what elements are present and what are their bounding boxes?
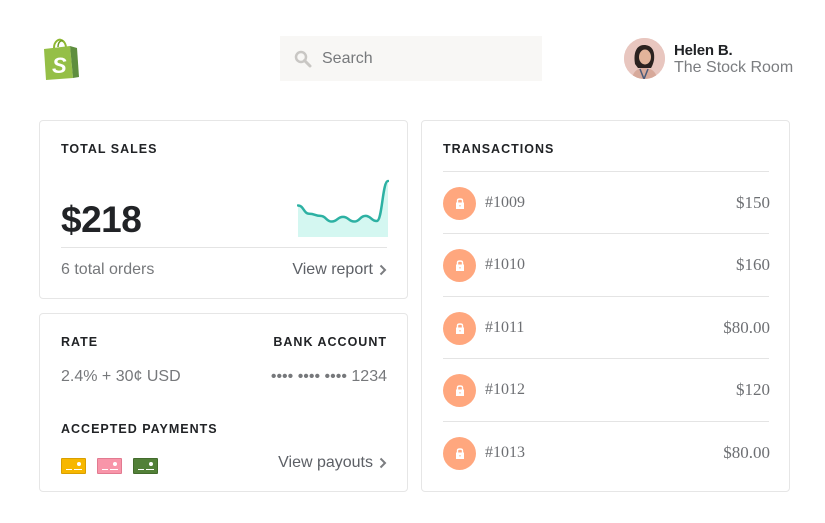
total-sales-card: TOTAL SALES $218 6 total orders View rep…: [39, 120, 408, 299]
sales-sparkline: [297, 179, 389, 237]
payment-methods: [61, 458, 158, 474]
transaction-badge: [443, 248, 476, 282]
transaction-badge: [443, 186, 476, 220]
search-bar[interactable]: [280, 36, 542, 81]
lock-icon: [455, 259, 464, 271]
bank-account-value: •••• •••• •••• 1234: [270, 368, 387, 385]
total-sales-title: TOTAL SALES: [61, 142, 158, 156]
transactions-card: TRANSACTIONS #1009 $150 #1010 $160 #1011…: [421, 120, 790, 492]
total-sales-amount: $218: [61, 199, 142, 240]
row-divider: [443, 296, 769, 297]
transaction-badge: [443, 436, 476, 470]
store-name: The Stock Room: [674, 58, 794, 76]
transaction-row[interactable]: #1011 $80.00: [443, 308, 770, 348]
shopify-logo[interactable]: S: [42, 38, 80, 80]
transaction-amount: $80.00: [723, 443, 770, 462]
transaction-id: #1011: [485, 319, 525, 336]
transaction-row[interactable]: #1009 $150: [443, 183, 770, 223]
row-divider: [443, 171, 769, 172]
row-divider: [443, 233, 769, 234]
transaction-id: #1009: [485, 194, 525, 211]
transaction-badge: [443, 373, 476, 407]
total-orders: 6 total orders: [61, 261, 155, 278]
transaction-row[interactable]: #1013 $80.00: [443, 433, 770, 473]
payment-card-pink-icon: [97, 458, 122, 474]
transaction-amount: $120: [736, 380, 770, 399]
payout-info-card: RATE BANK ACCOUNT 2.4% + 30¢ USD •••• ••…: [39, 313, 408, 492]
search-icon: [294, 50, 312, 67]
lock-icon: [455, 384, 464, 396]
lock-icon: [455, 322, 464, 334]
chevron-right-icon: [379, 457, 387, 469]
rate-value: 2.4% + 30¢ USD: [61, 368, 181, 385]
transaction-row[interactable]: #1012 $120: [443, 370, 770, 410]
transaction-amount: $150: [736, 193, 770, 212]
transaction-id: #1010: [485, 256, 525, 273]
user-name: Helen B.: [674, 41, 733, 59]
row-divider: [443, 421, 769, 422]
card-divider: [61, 247, 387, 248]
transaction-amount: $80.00: [723, 318, 770, 337]
sparkline-area: [298, 181, 388, 237]
transaction-row[interactable]: #1010 $160: [443, 245, 770, 285]
avatar-photo-icon: [624, 38, 665, 79]
user-profile[interactable]: Helen B. The Stock Room: [624, 38, 793, 79]
row-divider: [443, 358, 769, 359]
lock-icon: [455, 447, 464, 459]
transaction-amount: $160: [736, 255, 770, 274]
lock-icon: [455, 197, 464, 209]
view-report-label: View report: [292, 261, 373, 278]
avatar[interactable]: [624, 38, 665, 79]
transactions-title: TRANSACTIONS: [443, 142, 555, 156]
svg-text:S: S: [52, 53, 67, 78]
rate-label: RATE: [61, 335, 99, 349]
chevron-right-icon: [379, 264, 387, 276]
transaction-id: #1013: [485, 444, 525, 461]
view-report-link[interactable]: View report: [292, 261, 387, 279]
view-payouts-label: View payouts: [278, 454, 373, 471]
payment-card-green-icon: [133, 458, 158, 474]
transaction-id: #1012: [485, 381, 525, 398]
payment-card-yellow-icon: [61, 458, 86, 474]
accepted-payments-label: ACCEPTED PAYMENTS: [61, 422, 218, 436]
view-payouts-link[interactable]: View payouts: [278, 454, 387, 472]
search-input[interactable]: [322, 49, 522, 68]
bank-account-label: BANK ACCOUNT: [273, 335, 387, 349]
transaction-badge: [443, 311, 476, 345]
shopify-bag-icon: S: [44, 38, 79, 80]
